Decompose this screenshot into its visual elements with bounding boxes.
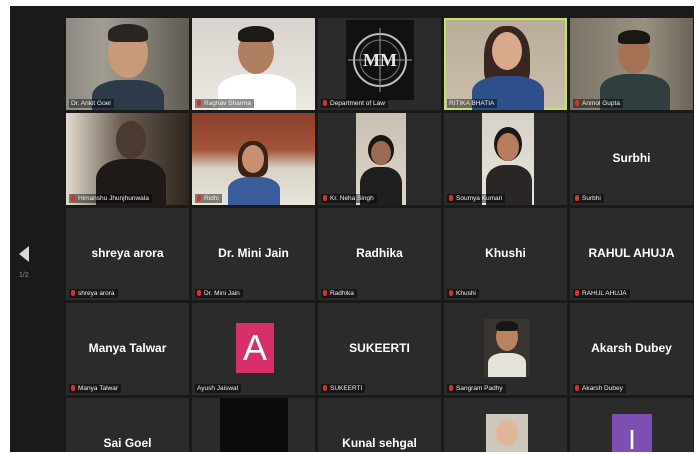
participant-tile-sukeerti[interactable]: SUKEERTI SUKEERTI (318, 303, 441, 395)
muted-mic-icon (575, 195, 579, 201)
participant-name: Kunal sehgal (342, 436, 417, 450)
participant-label: Soumya Kumari (447, 194, 506, 203)
participant-label: Dr. Mini Jain (195, 289, 243, 298)
participant-tile-raghav-sharma[interactable]: Raghav Sharma (192, 18, 315, 110)
participant-hair (618, 30, 650, 44)
participant-label: Department of Law (321, 99, 388, 108)
participant-tile-himanshu[interactable]: Himanshu Jhunjhunwala (66, 113, 189, 205)
muted-mic-icon (449, 385, 453, 391)
participant-body (488, 353, 526, 377)
participant-tile-anmol-gupta[interactable]: Anmol Gupta (570, 18, 693, 110)
participant-tile[interactable] (192, 398, 315, 452)
participant-name: Radhika (356, 246, 403, 260)
participant-name: RAHUL AHUJA (588, 246, 675, 260)
participant-label: Radhika (321, 289, 357, 298)
participant-video (220, 398, 288, 452)
muted-mic-icon (323, 290, 327, 296)
participant-tile[interactable] (444, 398, 567, 452)
participant-tile-ayush-jaiswal[interactable]: A Ayush Jaiswal (192, 303, 315, 395)
muted-mic-icon (71, 385, 75, 391)
participant-label: RAHUL AHUJA (573, 289, 630, 298)
meeting-gallery: 1/2 Dr. Ankit Goel Raghav Sharma MM Depa… (10, 6, 694, 452)
muted-mic-icon (197, 290, 201, 296)
muted-mic-icon (575, 290, 579, 296)
logo-image: MM (346, 20, 414, 100)
muted-mic-icon (575, 385, 579, 391)
participant-head (242, 145, 264, 173)
participant-name: SUKEERTI (349, 341, 410, 355)
participant-label: Manya Talwar (69, 384, 121, 393)
pager: 1/2 (10, 6, 64, 452)
svg-text:MM: MM (363, 50, 397, 70)
muted-mic-icon (449, 290, 453, 296)
participant-name: Manya Talwar (88, 341, 167, 355)
participant-tile-department-of-law[interactable]: MM Department of Law (318, 18, 441, 110)
participant-tile-soumya-kumari[interactable]: Soumya Kumari (444, 113, 567, 205)
participant-label: Sangram Padhy (447, 384, 506, 393)
compass-logo-icon: MM (348, 28, 412, 92)
muted-mic-icon (323, 100, 327, 106)
participant-label: shreya arora (69, 289, 118, 298)
participant-name: Dr. Mini Jain (218, 246, 289, 260)
participant-label: Kr. Neha Singh (321, 194, 377, 203)
muted-mic-icon (197, 195, 201, 201)
participant-head (492, 32, 522, 70)
participant-head (496, 420, 518, 446)
participant-tile-akarsh-dubey[interactable]: Akarsh Dubey Akarsh Dubey (570, 303, 693, 395)
participant-tile-ritika-bhatia[interactable]: RITIKA BHATIA (444, 18, 567, 110)
participant-tile-neha-singh[interactable]: Kr. Neha Singh (318, 113, 441, 205)
muted-mic-icon (323, 385, 327, 391)
muted-mic-icon (449, 195, 453, 201)
participant-hair (496, 321, 518, 331)
participant-tile-manya-talwar[interactable]: Manya Talwar Manya Talwar (66, 303, 189, 395)
participant-label: Anmol Gupta (573, 99, 623, 108)
participant-body (228, 177, 280, 205)
participant-name: shreya arora (91, 246, 164, 260)
participant-label: Himanshu Jhunjhunwala (69, 194, 152, 203)
participant-label: Ridhi (195, 194, 222, 203)
previous-page-icon[interactable] (19, 246, 29, 262)
participant-hair (238, 26, 274, 42)
participant-tile[interactable]: I (570, 398, 693, 452)
participant-head (497, 133, 519, 161)
participant-label: Surbhi (573, 194, 604, 203)
muted-mic-icon (71, 195, 75, 201)
participant-tile-shreya-arora[interactable]: shreya arora shreya arora (66, 208, 189, 300)
participant-label: Akarsh Dubey (573, 384, 626, 393)
participant-name: Sai Goel (103, 436, 152, 450)
participant-name: Khushi (485, 246, 526, 260)
participant-label: Dr. Ankit Goel (69, 99, 114, 108)
participant-tile-kunal-sehgal[interactable]: Kunal sehgal (318, 398, 441, 452)
page-indicator: 1/2 (19, 272, 29, 279)
participant-tile-ridhi[interactable]: Ridhi (192, 113, 315, 205)
participant-tile-surbhi[interactable]: Surbhi Surbhi (570, 113, 693, 205)
participant-tile-ankit-goel[interactable]: Dr. Ankit Goel (66, 18, 189, 110)
muted-mic-icon (71, 290, 75, 296)
participant-tile-sangram-padhy[interactable]: Sangram Padhy (444, 303, 567, 395)
muted-mic-icon (575, 100, 579, 106)
muted-mic-icon (323, 195, 327, 201)
participant-tile-rahul-ahuja[interactable]: RAHUL AHUJA RAHUL AHUJA (570, 208, 693, 300)
participant-tile-radhika[interactable]: Radhika Radhika (318, 208, 441, 300)
participant-hair (108, 24, 148, 42)
avatar: I (612, 414, 652, 452)
participant-label: RITIKA BHATIA (447, 99, 498, 108)
participant-label: SUKEERTI (321, 384, 366, 393)
participant-name: Akarsh Dubey (591, 341, 672, 355)
participant-label: Khushi (447, 289, 479, 298)
avatar: A (236, 323, 274, 373)
participant-tile-khushi[interactable]: Khushi Khushi (444, 208, 567, 300)
participant-name: Surbhi (612, 151, 651, 165)
participant-label: Raghav Sharma (195, 99, 254, 108)
participant-label: Ayush Jaiswal (195, 384, 242, 393)
participant-head (371, 141, 391, 165)
participant-tile-sai-goel[interactable]: Sai Goel (66, 398, 189, 452)
participant-tile-mini-jain[interactable]: Dr. Mini Jain Dr. Mini Jain (192, 208, 315, 300)
muted-mic-icon (197, 100, 201, 106)
participant-head (116, 121, 146, 159)
